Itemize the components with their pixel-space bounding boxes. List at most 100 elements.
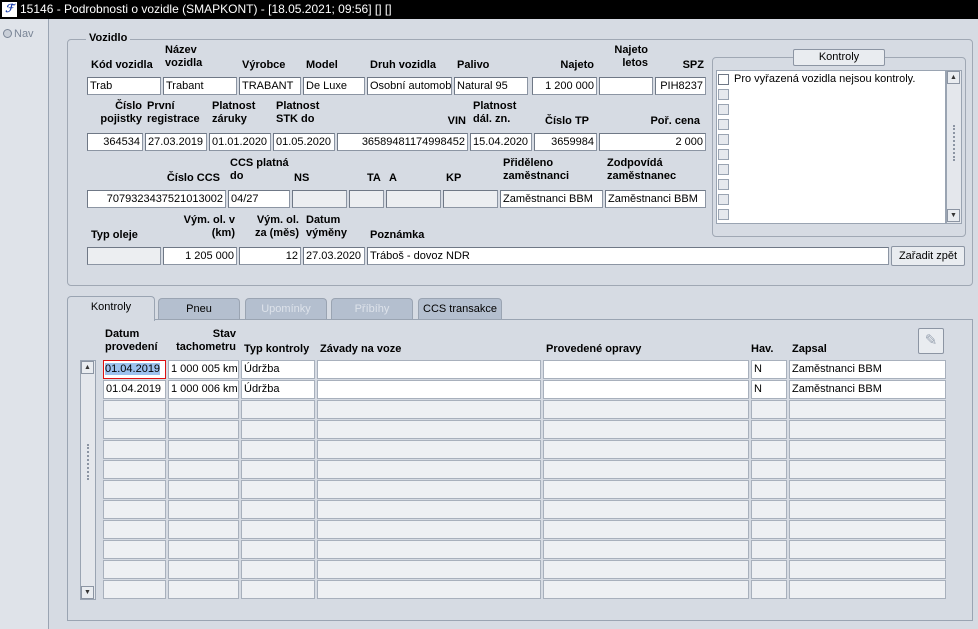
typ-cell[interactable] [241,560,315,579]
kod-field[interactable]: Trab [87,77,161,95]
stav-cell[interactable] [168,500,239,519]
kontroly-checkbox[interactable] [718,194,729,205]
opravy-cell[interactable] [543,360,749,379]
hav-cell[interactable] [751,420,787,439]
opravy-cell[interactable] [543,560,749,579]
kontroly-checkbox[interactable] [718,209,729,220]
hav-cell[interactable] [751,540,787,559]
stav-cell[interactable] [168,480,239,499]
najeto-field[interactable]: 1 200 000 [532,77,597,95]
typ-cell[interactable]: Údržba [241,360,315,379]
zavady-cell[interactable] [317,520,541,539]
zapsal-cell[interactable] [789,440,946,459]
ccs-platna-field[interactable]: 04/27 [228,190,290,208]
zapsal-cell[interactable] [789,560,946,579]
cislo-tp-field[interactable]: 3659984 [534,133,597,151]
zavady-cell[interactable] [317,380,541,399]
zapsal-cell[interactable] [789,500,946,519]
datum-cell[interactable] [103,560,166,579]
ns-field[interactable] [292,190,347,208]
typ-cell[interactable] [241,440,315,459]
opravy-cell[interactable] [543,500,749,519]
kp-field[interactable] [443,190,498,208]
typ-oleje-field[interactable] [87,247,161,265]
scroll-up-icon[interactable]: ▲ [81,361,94,374]
hav-cell[interactable] [751,580,787,599]
kontroly-checkbox[interactable] [718,119,729,130]
datum-cell[interactable] [103,420,166,439]
platnost-stk-field[interactable]: 01.05.2020 [273,133,335,151]
opravy-cell[interactable] [543,520,749,539]
typ-cell[interactable] [241,580,315,599]
stav-cell[interactable] [168,560,239,579]
scroll-down-icon[interactable]: ▼ [81,586,94,599]
zavady-cell[interactable] [317,420,541,439]
grid-scrollbar[interactable] [80,360,96,600]
hav-cell[interactable]: N [751,360,787,379]
vin-field[interactable]: 36589481174998452 [337,133,468,151]
cislo-pojistky-field[interactable]: 364534 [87,133,143,151]
por-cena-field[interactable]: 2 000 [599,133,706,151]
kontroly-checkbox[interactable] [718,104,729,115]
kontroly-checkbox[interactable] [718,149,729,160]
stav-cell[interactable]: 1 000 005 km [168,360,239,379]
scroll-up-icon[interactable]: ▲ [947,71,960,84]
datum-cell[interactable] [103,520,166,539]
zapsal-cell[interactable]: Zaměstnanci BBM [789,360,946,379]
prvni-registrace-field[interactable]: 27.03.2019 [145,133,207,151]
datum-cell[interactable]: 01.04.2019 [103,360,166,379]
vyrobce-field[interactable]: TRABANT [239,77,301,95]
datum-vymeny-field[interactable]: 27.03.2020 [303,247,365,265]
druh-field[interactable]: Osobní automobil [367,77,452,95]
datum-cell[interactable] [103,480,166,499]
zavady-cell[interactable] [317,460,541,479]
stav-cell[interactable] [168,400,239,419]
zaradit-zpet-button[interactable]: Zařadit zpět [891,246,965,266]
scroll-grip-icon[interactable] [87,444,91,480]
zavady-cell[interactable] [317,500,541,519]
vym-ol-mes-field[interactable]: 12 [239,247,301,265]
stav-cell[interactable] [168,440,239,459]
hav-cell[interactable] [751,480,787,499]
stav-cell[interactable] [168,520,239,539]
ta-field[interactable] [349,190,384,208]
opravy-cell[interactable] [543,460,749,479]
typ-cell[interactable] [241,400,315,419]
cislo-ccs-field[interactable]: 7079323437521013002 [87,190,226,208]
kontroly-checkbox[interactable] [718,164,729,175]
opravy-cell[interactable] [543,540,749,559]
edit-icon[interactable]: ✎ [918,328,944,354]
hav-cell[interactable] [751,520,787,539]
opravy-cell[interactable] [543,380,749,399]
zavady-cell[interactable] [317,360,541,379]
stav-cell[interactable]: 1 000 006 km [168,380,239,399]
datum-cell[interactable] [103,580,166,599]
zapsal-cell[interactable] [789,540,946,559]
opravy-cell[interactable] [543,400,749,419]
stav-cell[interactable] [168,540,239,559]
zapsal-cell[interactable]: Zaměstnanci BBM [789,380,946,399]
kontroly-checkbox[interactable] [718,134,729,145]
hav-cell[interactable] [751,400,787,419]
hav-cell[interactable] [751,560,787,579]
stav-cell[interactable] [168,460,239,479]
zapsal-cell[interactable] [789,480,946,499]
kontroly-checkbox[interactable] [718,89,729,100]
datum-cell[interactable] [103,400,166,419]
prideleno-field[interactable]: Zaměstnanci BBM [500,190,603,208]
typ-cell[interactable] [241,520,315,539]
hav-cell[interactable] [751,440,787,459]
nav-toggle[interactable]: Nav [3,28,34,40]
tab-ccs-transakce[interactable]: CCS transakce [418,298,502,319]
stav-cell[interactable] [168,420,239,439]
stav-cell[interactable] [168,580,239,599]
hav-cell[interactable]: N [751,380,787,399]
hav-cell[interactable] [751,460,787,479]
zavady-cell[interactable] [317,440,541,459]
kontroly-checkbox[interactable] [718,179,729,190]
palivo-field[interactable]: Natural 95 [454,77,528,95]
typ-cell[interactable] [241,540,315,559]
datum-cell[interactable] [103,460,166,479]
zapsal-cell[interactable] [789,420,946,439]
scroll-grip-icon[interactable] [953,125,957,161]
